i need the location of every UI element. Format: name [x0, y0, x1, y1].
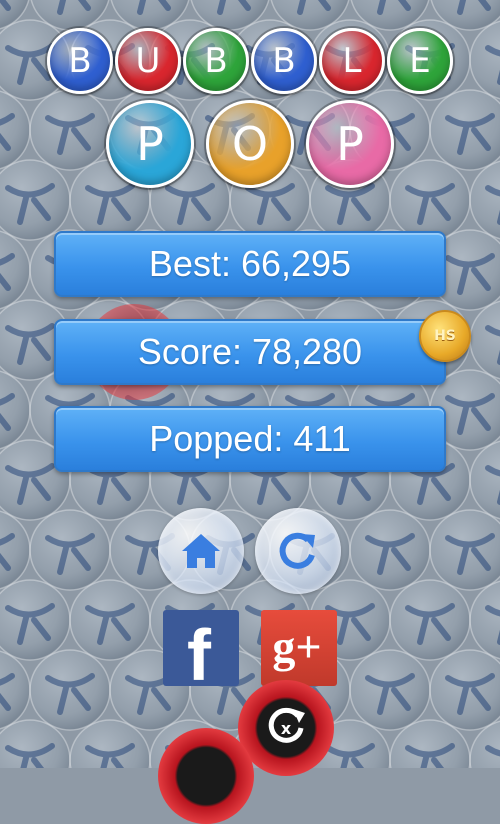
- title-letter-p2: P: [306, 100, 394, 188]
- popped-panel: Popped: 411: [54, 406, 446, 472]
- title-letter-u: U: [115, 28, 181, 94]
- quit-button[interactable]: x: [238, 680, 334, 776]
- google-plus-glyph: g+: [272, 621, 321, 672]
- title-letter-e: E: [387, 28, 453, 94]
- title-pop: P O P: [0, 100, 500, 188]
- title-letter-l: L: [319, 28, 385, 94]
- score-text: Score: 78,280: [137, 331, 363, 372]
- replay-button[interactable]: [255, 508, 341, 594]
- score-panel: Score: 78,280: [54, 319, 446, 385]
- title-letter-b3: B: [251, 28, 317, 94]
- home-button[interactable]: [158, 508, 244, 594]
- replay-icon: [279, 532, 315, 569]
- quit-glyph: x: [281, 719, 292, 738]
- popped-text: Popped: 411: [149, 418, 351, 459]
- title-letter-o: O: [206, 100, 294, 188]
- high-score-coin-icon: HS: [419, 310, 471, 362]
- title-letter-p1: P: [106, 100, 194, 188]
- high-score-label: HS: [434, 328, 456, 344]
- facebook-glyph: f: [187, 616, 212, 686]
- facebook-icon: f: [187, 616, 212, 696]
- title-letter-b1: B: [47, 28, 113, 94]
- google-plus-icon: g+: [272, 621, 321, 672]
- quit-icon: x: [268, 707, 305, 743]
- title-bubble: B U B B L E: [0, 28, 500, 94]
- best-score-text: Best: 66,295: [148, 243, 352, 284]
- facebook-button[interactable]: f: [163, 610, 239, 696]
- google-plus-button[interactable]: g+: [261, 610, 337, 686]
- best-score-panel: Best: 66,295: [54, 231, 446, 297]
- red-bubble: [158, 728, 254, 824]
- home-icon: [182, 534, 220, 568]
- title-letter-b2: B: [183, 28, 249, 94]
